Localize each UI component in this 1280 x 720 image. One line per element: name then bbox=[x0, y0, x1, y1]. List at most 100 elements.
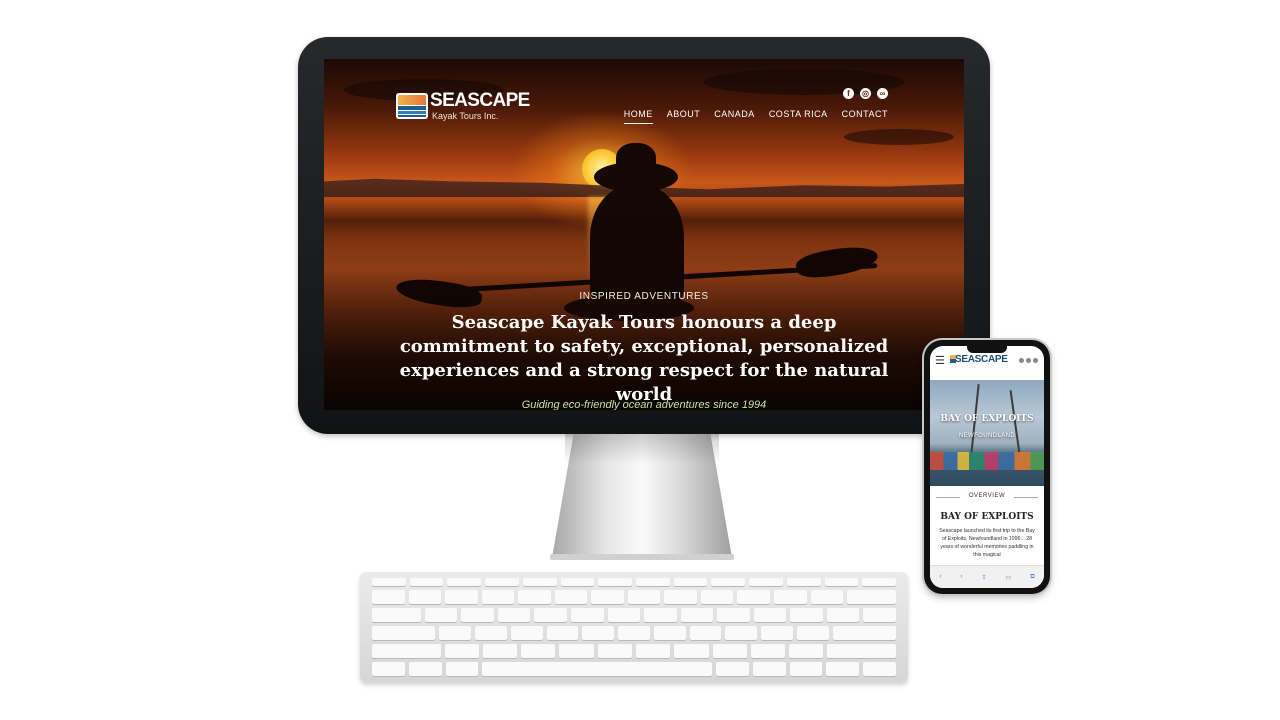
tripadvisor-icon[interactable] bbox=[1033, 358, 1038, 363]
key[interactable] bbox=[521, 644, 556, 658]
nav-item-canada[interactable]: CANADA bbox=[714, 109, 755, 124]
hamburger-menu-icon[interactable]: ☰ bbox=[935, 354, 945, 367]
key[interactable] bbox=[598, 578, 633, 586]
key[interactable] bbox=[725, 626, 758, 640]
key[interactable] bbox=[475, 626, 507, 640]
key[interactable] bbox=[737, 590, 771, 604]
back-icon[interactable]: ‹ bbox=[940, 574, 942, 580]
key[interactable] bbox=[408, 662, 442, 676]
key[interactable] bbox=[644, 608, 677, 622]
key[interactable] bbox=[826, 662, 860, 676]
key[interactable] bbox=[832, 626, 897, 640]
key[interactable] bbox=[774, 590, 807, 604]
key[interactable] bbox=[627, 590, 661, 604]
key[interactable] bbox=[559, 644, 594, 658]
key[interactable] bbox=[444, 644, 479, 658]
key[interactable] bbox=[810, 590, 844, 604]
key[interactable] bbox=[571, 608, 604, 622]
key[interactable] bbox=[826, 608, 860, 622]
nav-item-about[interactable]: ABOUT bbox=[667, 109, 701, 124]
key[interactable] bbox=[715, 662, 749, 676]
key[interactable] bbox=[674, 644, 709, 658]
key[interactable] bbox=[445, 590, 478, 604]
keyboard-top-row bbox=[372, 608, 896, 622]
key[interactable] bbox=[372, 608, 421, 622]
share-icon[interactable]: ⇪ bbox=[982, 574, 987, 581]
key[interactable] bbox=[481, 590, 515, 604]
key[interactable] bbox=[485, 578, 519, 586]
key[interactable] bbox=[789, 662, 823, 676]
key[interactable] bbox=[546, 626, 579, 640]
key[interactable] bbox=[445, 662, 479, 676]
key[interactable] bbox=[461, 608, 494, 622]
facebook-icon[interactable]: f bbox=[843, 88, 854, 99]
key[interactable] bbox=[510, 626, 543, 640]
key[interactable] bbox=[372, 590, 405, 604]
key[interactable] bbox=[635, 644, 671, 658]
key[interactable] bbox=[518, 590, 551, 604]
key[interactable] bbox=[372, 644, 441, 658]
logo-mark-icon bbox=[396, 93, 428, 119]
key[interactable] bbox=[796, 626, 829, 640]
key[interactable] bbox=[408, 590, 442, 604]
facebook-icon[interactable] bbox=[1019, 358, 1024, 363]
key[interactable] bbox=[636, 578, 670, 586]
nav-item-costa-rica[interactable]: COSTA RICA bbox=[769, 109, 828, 124]
key[interactable] bbox=[560, 578, 595, 586]
key[interactable] bbox=[717, 608, 750, 622]
key[interactable] bbox=[750, 644, 786, 658]
key[interactable] bbox=[827, 644, 896, 658]
key[interactable] bbox=[534, 608, 568, 622]
instagram-icon[interactable] bbox=[1026, 358, 1031, 363]
key[interactable] bbox=[753, 608, 787, 622]
key[interactable] bbox=[439, 626, 472, 640]
key[interactable] bbox=[749, 578, 783, 586]
key[interactable] bbox=[700, 590, 734, 604]
key[interactable] bbox=[424, 608, 458, 622]
key[interactable] bbox=[786, 578, 821, 586]
key[interactable] bbox=[752, 662, 786, 676]
key[interactable] bbox=[554, 590, 588, 604]
nav-item-contact[interactable]: CONTACT bbox=[842, 109, 888, 124]
social-links: f ◎ ∞ bbox=[843, 88, 888, 99]
key[interactable] bbox=[673, 578, 708, 586]
key[interactable] bbox=[653, 626, 686, 640]
key[interactable] bbox=[372, 626, 436, 640]
key[interactable] bbox=[711, 578, 746, 586]
mobile-logo[interactable]: SEASCAPE bbox=[955, 354, 1008, 365]
key[interactable] bbox=[689, 626, 722, 640]
key[interactable] bbox=[789, 644, 824, 658]
key[interactable] bbox=[582, 626, 615, 640]
key[interactable] bbox=[372, 578, 406, 586]
key[interactable] bbox=[497, 608, 531, 622]
key[interactable] bbox=[522, 578, 557, 586]
key[interactable] bbox=[597, 644, 632, 658]
forward-icon[interactable]: › bbox=[961, 574, 963, 580]
key[interactable] bbox=[712, 644, 747, 658]
mobile-screen: ☰ SEASCAPE BAY OF EXPLOITS NEWFOUNDLAND … bbox=[930, 346, 1044, 588]
key[interactable] bbox=[618, 626, 650, 640]
tripadvisor-icon[interactable]: ∞ bbox=[877, 88, 888, 99]
key[interactable] bbox=[680, 608, 714, 622]
nav-item-home[interactable]: HOME bbox=[623, 109, 653, 124]
key[interactable] bbox=[607, 608, 641, 622]
spacebar[interactable] bbox=[482, 662, 712, 676]
key[interactable] bbox=[591, 590, 624, 604]
key[interactable] bbox=[447, 578, 482, 586]
key[interactable] bbox=[409, 578, 444, 586]
keyboard-function-row bbox=[372, 578, 897, 586]
instagram-icon[interactable]: ◎ bbox=[860, 88, 871, 99]
key[interactable] bbox=[372, 662, 405, 676]
key[interactable] bbox=[664, 590, 697, 604]
key[interactable] bbox=[761, 626, 793, 640]
key[interactable] bbox=[824, 578, 859, 586]
key[interactable] bbox=[847, 590, 896, 604]
key[interactable] bbox=[862, 578, 897, 586]
bookmarks-icon[interactable]: ▭ bbox=[1006, 574, 1012, 581]
key[interactable] bbox=[790, 608, 823, 622]
site-logo[interactable]: SEASCAPE Kayak Tours Inc. bbox=[396, 91, 536, 125]
key[interactable] bbox=[482, 644, 518, 658]
tabs-icon[interactable]: ⧉ bbox=[1030, 574, 1034, 581]
key[interactable] bbox=[863, 662, 896, 676]
key[interactable] bbox=[863, 608, 896, 622]
